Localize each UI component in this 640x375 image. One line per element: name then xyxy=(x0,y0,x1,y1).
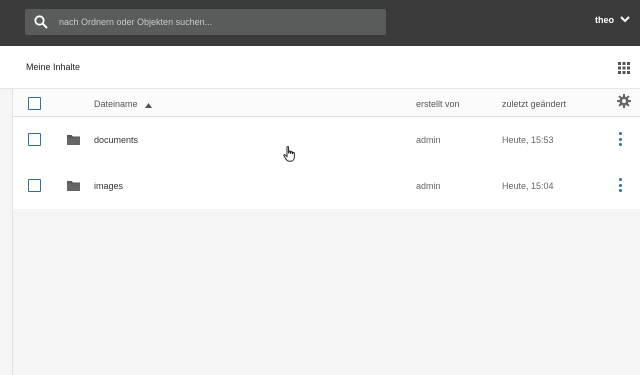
file-table: Dateiname erstellt von zuletzt geändert xyxy=(13,89,640,209)
search-icon[interactable] xyxy=(33,14,49,30)
column-header-modified[interactable]: zuletzt geändert xyxy=(502,99,566,109)
row-checkbox[interactable] xyxy=(28,179,41,192)
user-menu[interactable]: theo xyxy=(595,15,630,25)
search-box[interactable] xyxy=(25,9,386,35)
gear-icon[interactable] xyxy=(617,94,631,108)
sub-header: Meine Inhalte xyxy=(0,46,640,89)
row-checkbox[interactable] xyxy=(28,133,41,146)
select-all-checkbox[interactable] xyxy=(28,97,41,110)
column-header-name[interactable]: Dateiname xyxy=(94,99,153,110)
file-author: admin xyxy=(416,181,441,191)
user-name: theo xyxy=(595,15,614,25)
folder-icon xyxy=(67,134,80,145)
search-input[interactable] xyxy=(57,10,386,34)
sort-ascending-icon xyxy=(145,100,153,110)
column-name-label: Dateiname xyxy=(94,99,138,109)
kebab-menu-icon[interactable] xyxy=(617,132,623,146)
folder-icon xyxy=(67,180,80,191)
table-row[interactable]: documents admin Heute, 15:53 xyxy=(13,117,640,163)
file-author: admin xyxy=(416,135,441,145)
table-row[interactable]: images admin Heute, 15:04 xyxy=(13,163,640,209)
top-bar: theo xyxy=(0,0,640,46)
page-title: Meine Inhalte xyxy=(26,62,81,72)
column-header-author[interactable]: erstellt von xyxy=(416,99,460,109)
kebab-menu-icon[interactable] xyxy=(617,178,623,192)
file-name[interactable]: images xyxy=(94,181,123,191)
content-area: Dateiname erstellt von zuletzt geändert xyxy=(12,89,640,375)
table-header: Dateiname erstellt von zuletzt geändert xyxy=(13,89,640,117)
grid-view-icon[interactable] xyxy=(618,61,630,74)
file-modified: Heute, 15:53 xyxy=(502,135,554,145)
file-name[interactable]: documents xyxy=(94,135,138,145)
file-modified: Heute, 15:04 xyxy=(502,181,554,191)
chevron-down-icon xyxy=(620,15,630,25)
